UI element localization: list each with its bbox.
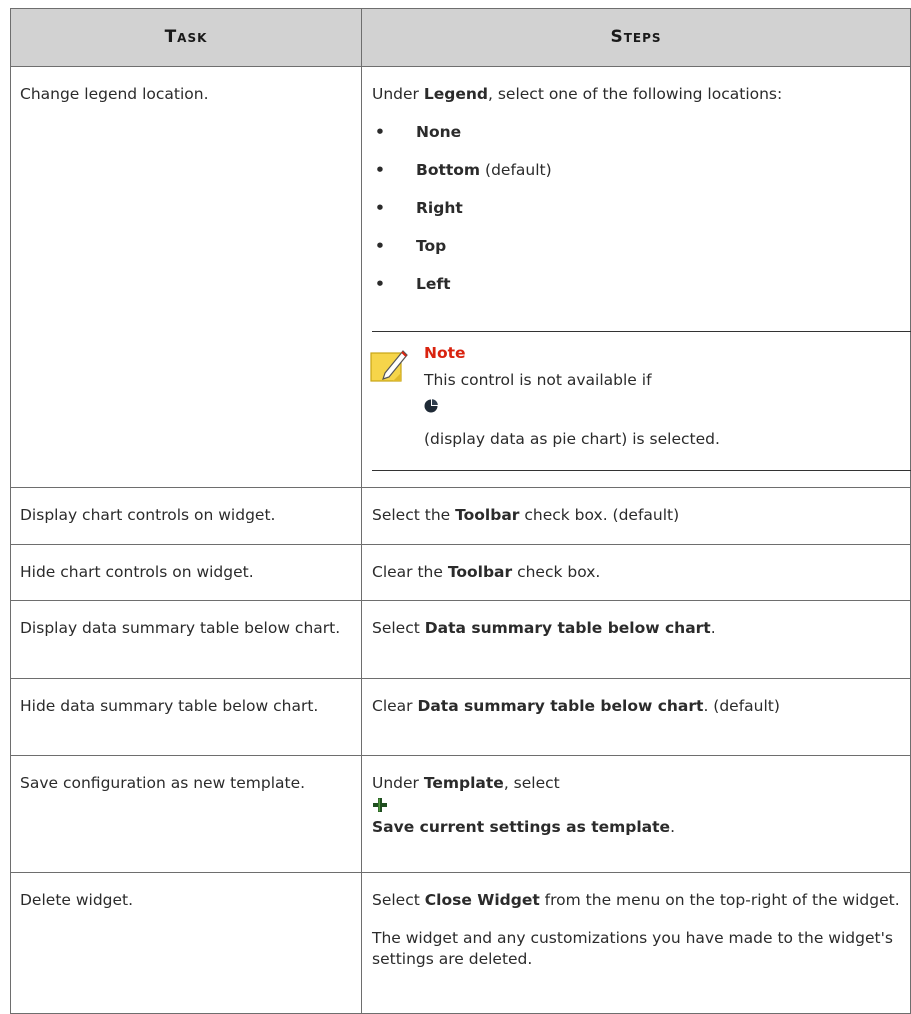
location-label: Top <box>416 237 447 255</box>
text: . <box>710 619 716 637</box>
legend-intro: Under Legend, select one of the followin… <box>372 84 910 105</box>
pie-chart-icon <box>424 399 438 413</box>
location-label: Bottom <box>416 161 481 179</box>
task-cell: Hide chart controls on widget. <box>10 544 362 601</box>
table-row: Display chart controls on widget. Select… <box>10 487 911 545</box>
ui-term: Save current settings as template <box>372 818 671 836</box>
bullet: • <box>375 275 385 293</box>
text: Under <box>372 85 424 103</box>
bullet: • <box>375 199 385 217</box>
note-pencil-icon <box>370 350 408 382</box>
text: Clear <box>372 697 418 715</box>
header-task: Task <box>10 8 362 67</box>
list-item: • None <box>372 122 910 143</box>
task-cell: Delete widget. <box>10 872 362 1014</box>
legend-term: Legend <box>423 85 488 103</box>
text: . (default) <box>703 697 780 715</box>
steps-cell: Clear Data summary table below chart. (d… <box>361 678 911 756</box>
table-row: Hide chart controls on widget. Clear the… <box>10 544 911 601</box>
location-label: Left <box>416 275 451 293</box>
steps-cell: Clear the Toolbar check box. <box>361 544 911 601</box>
text: Clear the <box>372 563 448 581</box>
ui-term: Data summary table below chart <box>424 619 711 637</box>
steps-cell: Select Close Widget from the menu on the… <box>361 872 911 1014</box>
text: Select <box>372 891 425 909</box>
plus-icon <box>373 798 387 812</box>
template-line: Under Template, select <box>372 773 910 794</box>
ui-term: Toolbar <box>447 563 513 581</box>
steps-cell: Under Legend, select one of the followin… <box>361 66 911 488</box>
task-cell: Hide data summary table below chart. <box>10 678 362 756</box>
list-item: • Right <box>372 198 910 219</box>
text: check box. <box>512 563 601 581</box>
location-suffix: (default) <box>480 161 552 179</box>
steps-cell: Select Data summary table below chart. <box>361 600 911 679</box>
location-label: None <box>416 123 462 141</box>
list-item: • Left <box>372 274 910 295</box>
ui-term: Close Widget <box>424 891 540 909</box>
table-row: Display data summary table below chart. … <box>10 600 911 679</box>
list-item: • Bottom (default) <box>372 160 910 181</box>
header-row: Task Steps <box>10 8 911 67</box>
text: Under <box>372 774 424 792</box>
ui-term: Toolbar <box>455 506 520 524</box>
bullet: • <box>375 237 385 255</box>
delete-result: The widget and any customizations you ha… <box>372 929 893 968</box>
task-cell: Display chart controls on widget. <box>10 487 362 545</box>
note-box: Note This control is not available if (d… <box>370 331 911 471</box>
table-row: Save configuration as new template. Unde… <box>10 755 911 873</box>
table-row: Change legend location. Under Legend, se… <box>10 66 911 488</box>
task-cell: Change legend location. <box>10 66 362 488</box>
task-cell: Save configuration as new template. <box>10 755 362 873</box>
text: check box. (default) <box>519 506 680 524</box>
location-label: Right <box>416 199 463 217</box>
note-title: Note <box>424 344 466 362</box>
text: from the menu on the top-right of the wi… <box>539 891 900 909</box>
text: , select <box>503 774 560 792</box>
table-row: Delete widget. Select Close Widget from … <box>10 872 911 1014</box>
table-row: Hide data summary table below chart. Cle… <box>10 678 911 756</box>
delete-step: Select Close Widget from the menu on the… <box>372 890 910 911</box>
ui-term: Data summary table below chart <box>417 697 704 715</box>
location-list: • None • Bottom (default) • Right • Top • Lef… <box>372 122 910 295</box>
steps-cell: Under Template, select Save current sett… <box>361 755 911 873</box>
header-steps: Steps <box>361 8 911 67</box>
task-steps-table: Task Steps Change legend location. Under… <box>10 8 911 1014</box>
note-text: This control is not available if <box>424 371 652 389</box>
steps-cell: Select the Toolbar check box. (default) <box>361 487 911 545</box>
bullet: • <box>375 123 385 141</box>
text: . <box>670 818 676 836</box>
text: , select one of the following locations: <box>487 85 783 103</box>
note-text: (display data as pie chart) is selected. <box>424 430 720 448</box>
text: Select <box>372 619 425 637</box>
task-cell: Display data summary table below chart. <box>10 600 362 679</box>
template-action: Save current settings as template. <box>372 817 910 838</box>
list-item: • Top <box>372 236 910 257</box>
ui-term: Template <box>423 774 504 792</box>
bullet: • <box>375 161 385 179</box>
text: Select the <box>372 506 456 524</box>
